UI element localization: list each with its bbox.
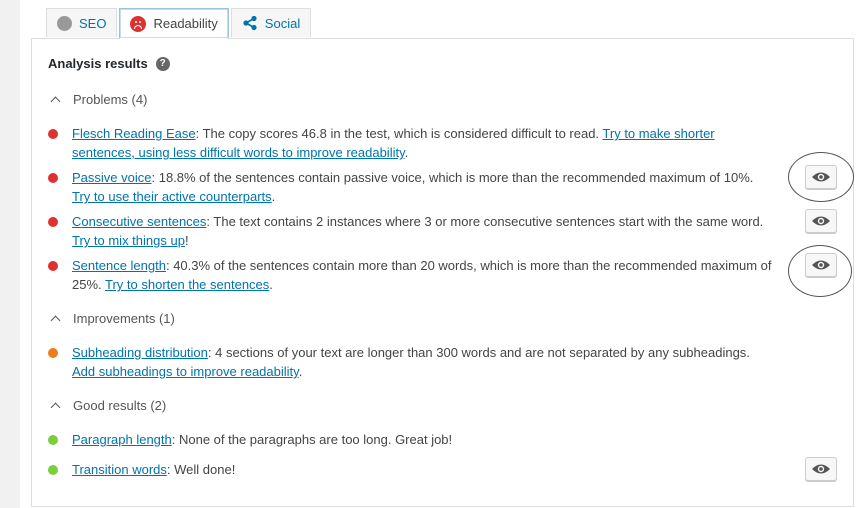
list-item: Transition words: Well done! <box>48 460 778 479</box>
good-bullet-icon <box>48 465 58 475</box>
list-item: Sentence length: 40.3% of the sentences … <box>48 256 773 294</box>
item-action-link[interactable]: Try to shorten the sentences <box>105 277 269 292</box>
good-results-toggle[interactable]: Good results (2) <box>48 398 166 413</box>
item-link[interactable]: Paragraph length <box>72 432 172 447</box>
analysis-title: Analysis results <box>48 56 148 71</box>
problems-toggle[interactable]: Problems (4) <box>48 92 147 107</box>
item-text: Transition words: Well done! <box>72 460 235 479</box>
list-item: Passive voice: 18.8% of the sentences co… <box>48 168 758 206</box>
item-action-link[interactable]: Try to use their active counterparts <box>72 189 272 204</box>
list-item: Paragraph length: None of the paragraphs… <box>48 430 778 449</box>
item-text: Flesch Reading Ease: The copy scores 46.… <box>72 124 778 162</box>
problem-bullet-icon <box>48 173 58 183</box>
tab-readability-label: Readability <box>153 16 218 31</box>
chevron-up-icon <box>50 315 61 325</box>
good-bullet-icon <box>48 435 58 445</box>
sad-face-icon <box>130 15 147 32</box>
improvements-toggle[interactable]: Improvements (1) <box>48 311 175 326</box>
problem-bullet-icon <box>48 261 58 271</box>
good-results-label: Good results (2) <box>73 398 167 413</box>
tab-social-label: Social <box>264 15 301 31</box>
item-link[interactable]: Flesch Reading Ease <box>72 126 196 141</box>
tab-seo[interactable]: SEO <box>46 8 118 37</box>
list-item: Flesch Reading Ease: The copy scores 46.… <box>48 124 778 162</box>
item-message: : The text contains 2 instances where 3 … <box>206 214 764 229</box>
highlight-sentence-length-button[interactable] <box>805 253 837 277</box>
item-tail: . <box>271 189 276 204</box>
share-icon <box>243 15 257 31</box>
chevron-up-icon <box>50 402 61 412</box>
analysis-header: Analysis results ? <box>48 56 170 71</box>
item-message: : 4 sections of your text are longer tha… <box>207 345 750 360</box>
list-item: Subheading distribution: 4 sections of y… <box>48 343 768 381</box>
tab-social[interactable]: Social <box>230 8 312 37</box>
item-link[interactable]: Consecutive sentences <box>72 214 206 229</box>
item-text: Passive voice: 18.8% of the sentences co… <box>72 168 758 206</box>
chevron-up-icon <box>50 96 61 106</box>
eye-icon <box>812 216 830 226</box>
improvements-label: Improvements (1) <box>73 311 175 326</box>
problem-bullet-icon <box>48 217 58 227</box>
help-icon[interactable]: ? <box>155 56 170 71</box>
item-message: : None of the paragraphs are too long. G… <box>171 432 453 447</box>
item-action-link[interactable]: Add subheadings to improve readability <box>72 364 299 379</box>
item-link[interactable]: Passive voice <box>72 170 151 185</box>
highlight-consecutive-sentences-button[interactable] <box>805 209 837 233</box>
problems-label: Problems (4) <box>73 92 148 107</box>
item-text: Consecutive sentences: The text contains… <box>72 212 773 250</box>
item-text: Sentence length: 40.3% of the sentences … <box>72 256 773 294</box>
item-link[interactable]: Sentence length <box>72 258 166 273</box>
tab-seo-label: SEO <box>79 15 107 31</box>
eye-icon <box>812 464 830 474</box>
item-tail: ! <box>184 233 189 248</box>
improvement-bullet-icon <box>48 348 58 358</box>
item-text: Subheading distribution: 4 sections of y… <box>72 343 768 381</box>
item-message: : 18.8% of the sentences contain passive… <box>151 170 754 185</box>
eye-icon <box>812 172 830 182</box>
neutral-dot-icon <box>57 15 72 31</box>
item-tail: . <box>404 145 409 160</box>
eye-icon <box>812 260 830 270</box>
item-action-link[interactable]: Try to mix things up <box>72 233 185 248</box>
analysis-panel: Analysis results ? Problems (4) Flesch R… <box>31 38 854 507</box>
list-item: Consecutive sentences: The text contains… <box>48 212 773 250</box>
item-link[interactable]: Subheading distribution <box>72 345 208 360</box>
highlight-transition-words-button[interactable] <box>805 457 837 481</box>
item-text: Paragraph length: None of the paragraphs… <box>72 430 452 449</box>
problem-bullet-icon <box>48 129 58 139</box>
item-tail: . <box>298 364 303 379</box>
item-message: : The copy scores 46.8 in the test, whic… <box>195 126 603 141</box>
item-link[interactable]: Transition words <box>72 462 167 477</box>
analysis-tabs: SEO Readability Social <box>46 8 312 39</box>
item-message: : Well done! <box>166 462 236 477</box>
tab-readability[interactable]: Readability <box>119 8 229 39</box>
item-tail: . <box>269 277 273 292</box>
highlight-passive-voice-button[interactable] <box>805 165 837 189</box>
